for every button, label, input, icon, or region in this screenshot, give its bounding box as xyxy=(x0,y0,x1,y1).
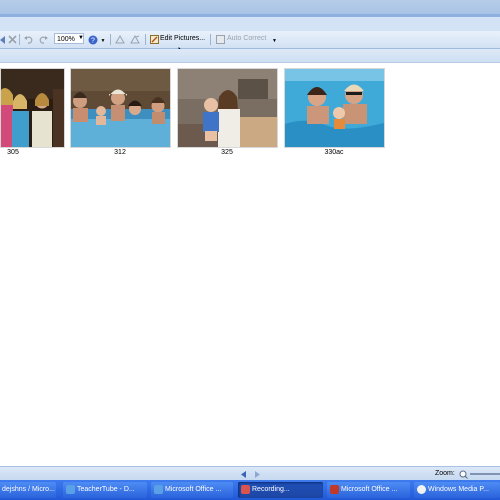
taskbar-item-microsoft-office-1[interactable]: Microsoft Office ... xyxy=(151,482,233,498)
windows-media-player-icon xyxy=(417,485,426,494)
taskbar: dejshns / Micro... TeacherTube - D... Mi… xyxy=(0,480,500,500)
taskbar-item-teachertube[interactable]: TeacherTube - D... xyxy=(63,482,147,498)
thumbnail-caption: 325 xyxy=(221,149,233,156)
photo-312 xyxy=(71,69,170,147)
thumbnail-312[interactable] xyxy=(70,68,171,148)
pane-header-bar xyxy=(0,49,500,63)
svg-text:?: ? xyxy=(91,37,95,44)
help-icon[interactable]: ? xyxy=(88,34,98,45)
taskbar-item-recording[interactable]: Recording... xyxy=(238,482,323,498)
office-picture-manager-icon xyxy=(330,485,339,494)
delete-icon[interactable] xyxy=(7,34,17,45)
taskbar-item-dejshns[interactable]: dejshns / Micro... xyxy=(0,482,56,498)
internet-explorer-icon xyxy=(66,485,75,494)
chevron-down-icon[interactable]: ▼ xyxy=(78,35,84,41)
toolbar-options-icon[interactable]: ▼ xyxy=(271,37,278,45)
window-top-band xyxy=(0,0,500,14)
zoom-out-icon[interactable] xyxy=(458,469,468,479)
toolbar-separator xyxy=(110,34,111,45)
rotate-left-icon[interactable] xyxy=(115,34,125,45)
redo-icon[interactable] xyxy=(38,34,48,45)
photo-305 xyxy=(1,69,64,147)
taskbar-item-label: TeacherTube - D... xyxy=(77,486,135,493)
internet-explorer-icon xyxy=(154,485,163,494)
taskbar-item-label: Microsoft Office ... xyxy=(341,486,398,493)
taskbar-item-windows-media-player[interactable]: Windows Media P... xyxy=(414,482,500,498)
undo-icon[interactable] xyxy=(23,34,33,45)
thumbnail-caption: 312 xyxy=(114,149,126,156)
chevron-down-icon[interactable]: ▼ xyxy=(100,37,106,45)
thumbnail-305[interactable] xyxy=(0,68,65,148)
back-arrow-icon[interactable] xyxy=(0,34,6,45)
next-page-icon[interactable] xyxy=(254,470,260,478)
zoom-label: Zoom: xyxy=(435,470,455,477)
toolbar-separator xyxy=(145,34,146,45)
toolbar: 100% ▼ ? ▼ Edit Pictures... Auto Correct… xyxy=(0,31,500,61)
edit-pictures-icon xyxy=(149,34,159,45)
thumbnail-caption: 330ac xyxy=(324,149,344,156)
taskbar-item-label: dejshns / Micro... xyxy=(2,486,55,493)
rotate-right-icon[interactable] xyxy=(130,34,140,45)
toolbar-separator xyxy=(210,34,211,45)
thumbnail-325[interactable] xyxy=(177,68,278,148)
zoom-slider[interactable] xyxy=(470,473,500,475)
menu-gap xyxy=(0,17,500,31)
taskbar-item-label: Recording... xyxy=(252,486,290,493)
taskbar-item-label: Microsoft Office ... xyxy=(165,486,222,493)
taskbar-item-label: Windows Media P... xyxy=(428,486,489,493)
status-bar: Zoom: xyxy=(0,466,500,481)
toolbar-separator xyxy=(19,34,20,45)
photo-330ac xyxy=(285,69,384,147)
recorder-icon xyxy=(241,485,250,494)
thumbnail-330ac[interactable] xyxy=(284,68,385,148)
taskbar-item-microsoft-office-2[interactable]: Microsoft Office ... xyxy=(327,482,410,498)
thumbnail-caption: 305 xyxy=(7,149,19,156)
previous-page-icon[interactable] xyxy=(240,470,246,478)
auto-correct-icon xyxy=(215,34,225,45)
zoom-value: 100% xyxy=(57,36,75,43)
auto-correct-button[interactable]: Auto Correct xyxy=(227,35,266,42)
photo-325 xyxy=(178,69,277,147)
edit-pictures-button[interactable]: Edit Pictures... xyxy=(160,35,205,42)
